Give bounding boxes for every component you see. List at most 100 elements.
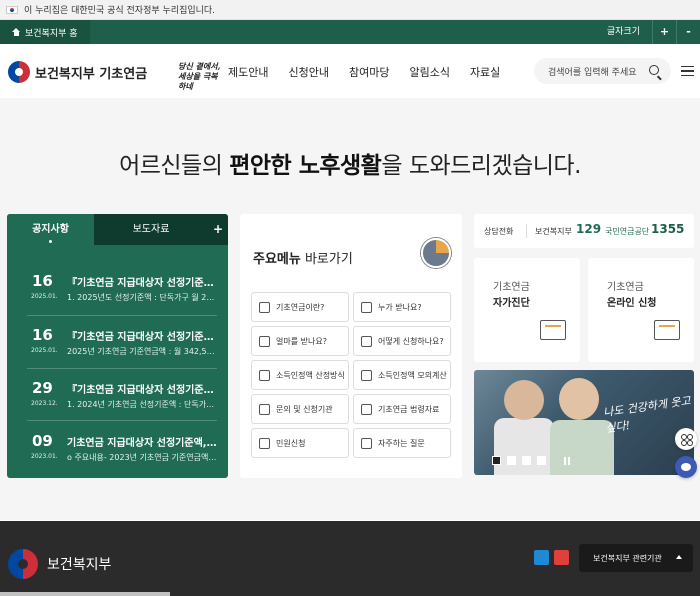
nav-item-library[interactable]: 자료실 — [470, 64, 500, 80]
notice-year-month: 2023.12. — [31, 400, 58, 407]
nav-item-application-guide[interactable]: 신청안내 — [288, 64, 328, 80]
quick-menu-item-faq[interactable]: 자주하는 질문 — [353, 428, 451, 458]
coins-icon — [259, 336, 270, 347]
site-logo[interactable]: 보건복지부 기초연금 — [8, 61, 147, 83]
board-tabs: 공지사항 보도자료 + — [7, 214, 228, 245]
nav-item-system-guide[interactable]: 제도안내 — [228, 64, 268, 80]
slide-dot-1[interactable] — [492, 456, 501, 465]
quick-menu-item-label: 소득인정액 모의계산 — [378, 370, 447, 380]
hero-title-bold: 편안한 노후생활 — [229, 153, 382, 179]
tab-notices[interactable]: 공지사항 — [7, 214, 94, 245]
quick-menu-item-label: 얼마를 받나요? — [276, 336, 327, 346]
contact-bar: 상담전화 보건복지부 129 국민연금공단 1355 — [474, 214, 694, 248]
hwp-file-icon[interactable] — [534, 550, 549, 565]
horizontal-scrollbar[interactable] — [0, 592, 170, 596]
notice-title: 『기초연금 지급대상자 선정기준액, ... — [67, 278, 217, 289]
card-line2: 자가진단 — [493, 298, 530, 309]
hamburger-menu-icon[interactable] — [681, 66, 694, 76]
contact-number-nps[interactable]: 1355 — [651, 222, 684, 236]
quick-menu-item-label: 어떻게 신청하나요? — [378, 336, 444, 346]
quick-menu-title: 주요메뉴 바로가기 — [253, 248, 353, 267]
info-icon — [259, 302, 270, 313]
quick-menu-item-how-much[interactable]: 얼마를 받나요? — [251, 326, 349, 356]
related-agencies-dropdown[interactable]: 보건복지부 관련기관 — [579, 544, 693, 572]
nav-item-news[interactable]: 알림소식 — [409, 64, 449, 80]
online-application-card[interactable]: 기초연금 온라인 신청 — [588, 258, 694, 362]
notice-divider — [27, 315, 217, 316]
nav-item-participation[interactable]: 참여마당 — [349, 64, 389, 80]
pause-icon[interactable] — [564, 456, 570, 465]
quick-menu-item-label: 기초연금이란? — [276, 302, 325, 312]
notice-summary: 1. 2024년 기초연금 선정기준액 : 단독가구 ... — [67, 400, 217, 409]
notice-board: 공지사항 보도자료 + 16 2025.01. 『기초연금 지급대상자 선정기준… — [7, 214, 228, 478]
quick-menu-item-label: 자주하는 질문 — [378, 438, 425, 448]
contact-number-mohw[interactable]: 129 — [576, 222, 601, 236]
search-input[interactable]: 검색어를 입력해 주세요 — [534, 58, 671, 84]
slide-dot-4[interactable] — [537, 456, 546, 465]
computer-icon — [654, 320, 680, 340]
site-footer: 보건복지부 보건복지부 관련기관 — [0, 521, 700, 596]
pdf-file-icon[interactable] — [554, 550, 569, 565]
gov-banner-text: 이 누리집은 대한민국 공식 전자정부 누리집입니다. — [24, 6, 216, 16]
notice-summary: 2025년 기초연금 기준연금액 : 월 342,51... — [67, 347, 217, 356]
notice-item[interactable]: 16 2025.01. 『기초연금 지급대상자 선정기준액, ... 2025년… — [7, 326, 228, 366]
hero-title-post: 을 도와드리겠습니다. — [381, 153, 581, 179]
quick-menu-item-income-calc-method[interactable]: 소득인정액 산정방식 — [251, 360, 349, 390]
notice-divider — [27, 420, 217, 421]
footer-logo[interactable]: 보건복지부 — [8, 549, 111, 579]
pie-chart-icon — [421, 238, 451, 268]
footer-logo-text: 보건복지부 — [47, 557, 112, 573]
money-bag-icon — [361, 370, 372, 381]
quick-menu-item-laws[interactable]: 기초연금 법령자료 — [353, 394, 451, 424]
quick-menu-item-civil-application[interactable]: 민원신청 — [251, 428, 349, 458]
quick-menu-item-who-receives[interactable]: 누가 받나요? — [353, 292, 451, 322]
quick-menu-item-label: 문의 및 신청기관 — [276, 404, 333, 414]
slide-dot-3[interactable] — [522, 456, 531, 465]
notice-item[interactable]: 09 2023.01. 기초연금 지급대상자 선정기준액, ... o 주요내용… — [7, 432, 228, 472]
quick-menu-title-rest: 바로가기 — [300, 252, 353, 267]
notice-item[interactable]: 16 2025.01. 『기초연금 지급대상자 선정기준액, ... 1. 20… — [7, 272, 228, 312]
quick-menu-item-income-simulation[interactable]: 소득인정액 모의계산 — [353, 360, 451, 390]
utility-bar: 보건복지부 홈 글자크기 + - — [0, 20, 700, 44]
slide-dot-2[interactable] — [507, 456, 516, 465]
slide-controls — [492, 456, 570, 465]
quick-links-float-icon[interactable] — [675, 428, 697, 450]
photo-person-face — [504, 380, 544, 420]
related-agencies-label: 보건복지부 관련기관 — [593, 553, 662, 563]
mohw-home-link[interactable]: 보건복지부 홈 — [0, 20, 90, 44]
search-icon[interactable] — [649, 65, 659, 75]
notice-year-month: 2025.01. — [31, 293, 58, 300]
pen-icon — [259, 438, 270, 449]
board-more-button[interactable]: + — [208, 214, 228, 245]
quick-menu-title-bold: 주요메뉴 — [253, 252, 301, 267]
font-size-increase-button[interactable]: + — [652, 20, 676, 44]
gavel-icon — [361, 404, 372, 415]
notice-title: 『기초연금 지급대상자 선정기준액, ... — [67, 385, 217, 396]
notice-item[interactable]: 29 2023.12. 『기초연금 지급대상자 선정기준액, ... 1. 20… — [7, 379, 228, 419]
contact-org-mohw: 보건복지부 — [535, 227, 572, 236]
person-icon — [361, 302, 372, 313]
notice-year-month: 2025.01. — [31, 347, 58, 354]
promo-photo-banner[interactable]: 나도 건강하게 웃고 싶다! — [474, 370, 694, 475]
card-line2: 온라인 신청 — [607, 298, 657, 309]
search-document-icon — [361, 336, 372, 347]
self-diagnosis-card[interactable]: 기초연금 자가진단 — [474, 258, 580, 362]
contact-label: 상담전화 — [484, 227, 514, 236]
contact-separator — [526, 224, 527, 238]
quick-menu-item-what-is[interactable]: 기초연금이란? — [251, 292, 349, 322]
notice-year-month: 2023.01. — [31, 453, 58, 460]
quick-menu-item-how-apply[interactable]: 어떻게 신청하나요? — [353, 326, 451, 356]
quick-menu-item-inquiry-agency[interactable]: 문의 및 신청기관 — [251, 394, 349, 424]
chatbot-float-icon[interactable] — [675, 456, 697, 478]
hero-title: 어르신들의 편안한 노후생활을 도와드리겠습니다. — [0, 146, 700, 180]
notice-divider — [27, 368, 217, 369]
quick-menu-item-label: 민원신청 — [276, 438, 306, 448]
taegeuk-logo-icon — [8, 549, 38, 579]
tab-press-releases[interactable]: 보도자료 — [94, 214, 208, 245]
quick-menu-item-label: 소득인정액 산정방식 — [276, 370, 345, 380]
font-size-decrease-button[interactable]: - — [676, 20, 700, 44]
korea-flag-icon — [6, 5, 18, 14]
checklist-icon — [540, 320, 566, 340]
quick-menu-item-label: 누가 받나요? — [378, 302, 422, 312]
building-icon — [259, 404, 270, 415]
